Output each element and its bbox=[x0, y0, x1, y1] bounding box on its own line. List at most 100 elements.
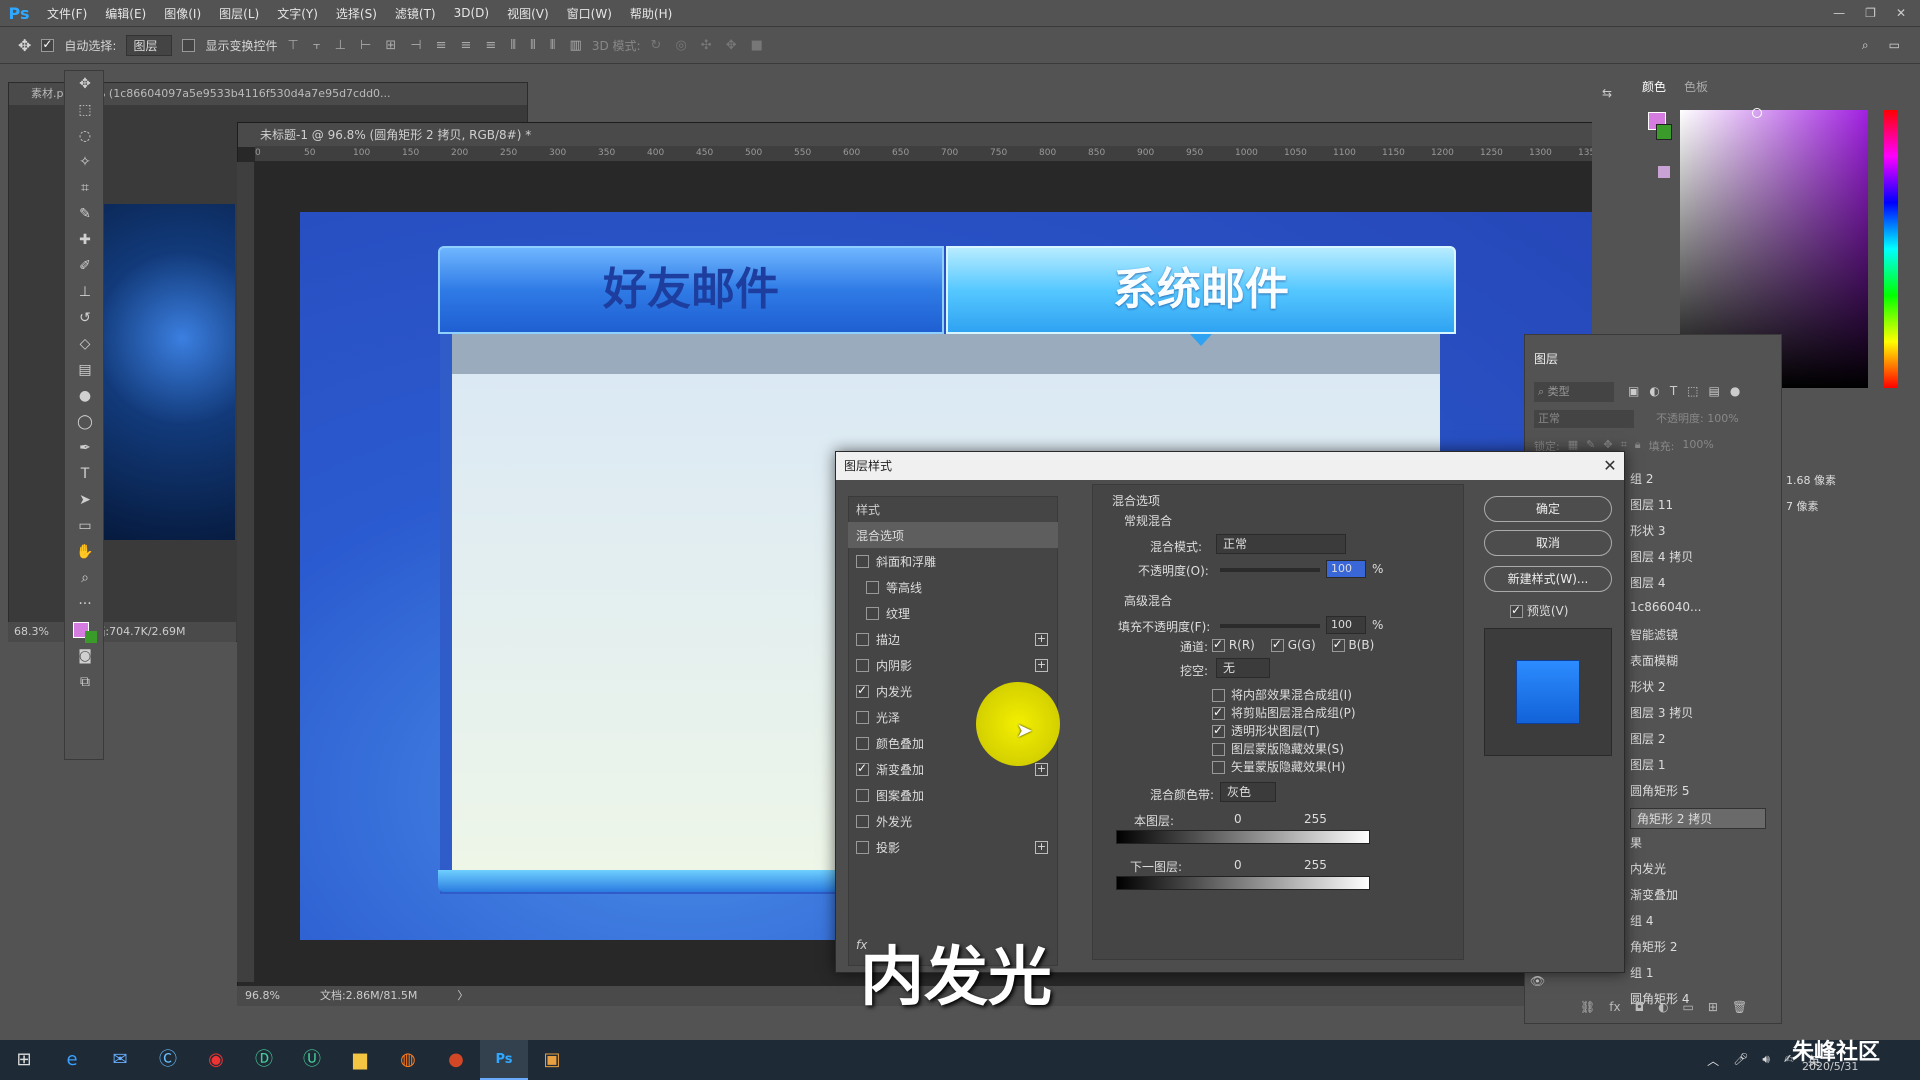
history-brush-tool-icon[interactable]: ↺ bbox=[65, 305, 105, 331]
channel-b[interactable]: B(B) bbox=[1331, 637, 1374, 652]
type-tool-icon[interactable]: T bbox=[65, 461, 105, 487]
menu-window[interactable]: 窗口(W) bbox=[558, 5, 621, 22]
style-item[interactable]: 描边 + bbox=[848, 626, 1058, 652]
style-checkbox[interactable] bbox=[856, 658, 869, 672]
style-item[interactable]: 斜面和浮雕 bbox=[848, 548, 1058, 574]
zoom-tool-icon[interactable]: ⌕ bbox=[65, 565, 105, 591]
styles-header[interactable]: 样式 bbox=[848, 496, 1058, 522]
opacity-input[interactable]: 100 bbox=[1326, 560, 1366, 578]
layers-blend-mode[interactable]: 正常 bbox=[1534, 410, 1634, 428]
marquee-tool-icon[interactable]: ⬚ bbox=[65, 97, 105, 123]
distribute-bottom-icon[interactable]: ≡ bbox=[485, 38, 496, 53]
lasso-tool-icon[interactable]: ◌ bbox=[65, 123, 105, 149]
app-c-icon[interactable]: Ⓒ bbox=[144, 1040, 192, 1080]
more-tools-icon[interactable]: ··· bbox=[65, 591, 105, 617]
layer-row[interactable]: 智能滤镜 bbox=[1630, 626, 1678, 643]
auto-select-checkbox[interactable] bbox=[41, 37, 55, 52]
add-style-icon[interactable]: fx bbox=[1609, 1000, 1620, 1014]
style-checkbox[interactable] bbox=[856, 814, 869, 828]
eraser-tool-icon[interactable]: ◇ bbox=[65, 331, 105, 357]
channel-r-checkbox[interactable] bbox=[1212, 637, 1225, 652]
layer-row[interactable]: 表面模糊 bbox=[1630, 652, 1678, 669]
blur-tool-icon[interactable]: ● bbox=[65, 383, 105, 409]
distribute-left-icon[interactable]: ⦀ bbox=[510, 38, 516, 53]
add-effect-icon[interactable]: + bbox=[1035, 840, 1048, 854]
align-right-icon[interactable]: ⊣ bbox=[410, 38, 421, 53]
advanced-option[interactable]: 将内部效果混合成组(I) bbox=[1212, 686, 1352, 703]
advanced-option[interactable]: 图层蒙版隐藏效果(S) bbox=[1212, 740, 1344, 757]
pen-tool-icon[interactable]: ✒ bbox=[65, 435, 105, 461]
advanced-option-checkbox[interactable] bbox=[1212, 723, 1225, 738]
layer-row[interactable]: 果 bbox=[1630, 834, 1642, 851]
layer-row[interactable]: 渐变叠加 bbox=[1630, 886, 1678, 903]
firefox-icon[interactable]: ◍ bbox=[384, 1040, 432, 1080]
app-u-icon[interactable]: Ⓤ bbox=[288, 1040, 336, 1080]
align-left-icon[interactable]: ⊢ bbox=[360, 38, 371, 53]
dialog-title[interactable]: 图层样式 bbox=[836, 452, 1624, 480]
quick-mask-icon[interactable]: ◙ bbox=[65, 643, 105, 669]
add-mask-icon[interactable]: ◘ bbox=[1635, 1000, 1645, 1014]
layer-row[interactable]: 形状 2 bbox=[1630, 678, 1665, 695]
add-effect-icon[interactable]: + bbox=[1035, 658, 1048, 672]
workspace-icon[interactable]: ▭ bbox=[1889, 38, 1900, 53]
screen-mode-icon[interactable]: ⧉ bbox=[65, 669, 105, 695]
layers-opacity-value[interactable]: 100% bbox=[1707, 412, 1738, 425]
style-item[interactable]: 内阴影 + bbox=[848, 652, 1058, 678]
underlying-layer-gradient[interactable] bbox=[1116, 876, 1370, 890]
channel-b-checkbox[interactable] bbox=[1331, 637, 1345, 652]
eyedropper-tool-icon[interactable]: ✎ bbox=[65, 201, 105, 227]
menu-3d[interactable]: 3D(D) bbox=[445, 6, 498, 20]
powerpoint-icon[interactable]: ● bbox=[432, 1040, 480, 1080]
distribute-right-icon[interactable]: ⦀ bbox=[550, 38, 556, 53]
3d-roll-icon[interactable]: ◎ bbox=[675, 38, 686, 53]
3d-camera-icon[interactable]: ■ bbox=[751, 38, 763, 53]
tab-color[interactable]: 颜色 bbox=[1642, 78, 1666, 95]
layer-row[interactable]: 组 4 bbox=[1630, 912, 1653, 929]
layer-row[interactable]: 角矩形 2 拷贝 bbox=[1630, 808, 1766, 829]
channel-g[interactable]: G(G) bbox=[1270, 637, 1316, 652]
3d-rotate-icon[interactable]: ↻ bbox=[651, 38, 662, 53]
tab-friend-mail[interactable]: 好友邮件 bbox=[438, 246, 944, 334]
channel-r[interactable]: R(R) bbox=[1212, 637, 1255, 652]
new-style-button[interactable]: 新建样式(W)... bbox=[1484, 566, 1612, 592]
style-checkbox[interactable] bbox=[856, 554, 869, 568]
dialog-close-icon[interactable]: ✕ bbox=[1598, 452, 1622, 480]
adjustment-layer-icon[interactable]: ◐ bbox=[1658, 1000, 1668, 1014]
restore-icon[interactable]: ❐ bbox=[1865, 6, 1876, 20]
advanced-option-checkbox[interactable] bbox=[1212, 761, 1225, 774]
app-green-icon[interactable]: Ⓓ bbox=[240, 1040, 288, 1080]
distribute-center-icon[interactable]: ⦀ bbox=[530, 38, 536, 53]
cancel-button[interactable]: 取消 bbox=[1484, 530, 1612, 556]
layer-row[interactable]: 1c866040... bbox=[1630, 600, 1701, 614]
knockout-dropdown[interactable]: 无 bbox=[1216, 658, 1270, 678]
distribute-middle-icon[interactable]: ≡ bbox=[461, 38, 472, 53]
menu-filter[interactable]: 滤镜(T) bbox=[386, 5, 445, 22]
path-selection-tool-icon[interactable]: ➤ bbox=[65, 487, 105, 513]
layers-fill-value[interactable]: 100% bbox=[1682, 438, 1713, 454]
horizontal-ruler[interactable]: 0 50 100 150 200 250 300 350 400 450 500 550 600 650 7… bbox=[255, 146, 1642, 162]
main-document-title[interactable]: 未标题-1 @ 96.8% (圆角矩形 2 拷贝, RGB/8#) * bbox=[238, 123, 1641, 147]
layers-panel-title[interactable]: 图层 bbox=[1534, 350, 1558, 367]
advanced-option[interactable]: 透明形状图层(T) bbox=[1212, 722, 1320, 739]
layer-row[interactable]: 图层 4 bbox=[1630, 574, 1665, 591]
align-center-icon[interactable]: ⊞ bbox=[385, 38, 396, 53]
healing-brush-tool-icon[interactable]: ✚ bbox=[65, 227, 105, 253]
style-checkbox[interactable] bbox=[856, 710, 869, 724]
add-effect-icon[interactable]: + bbox=[1035, 632, 1048, 646]
advanced-option[interactable]: 矢量蒙版隐藏效果(H) bbox=[1212, 758, 1345, 775]
this-layer-gradient[interactable] bbox=[1116, 830, 1370, 844]
layers-search[interactable]: ⌕ 类型 bbox=[1534, 382, 1614, 402]
menu-layer[interactable]: 图层(L) bbox=[210, 5, 268, 22]
filter-shape-icon[interactable]: ⬚ bbox=[1687, 384, 1698, 398]
search-icon[interactable]: ⌕ bbox=[1862, 38, 1869, 53]
magic-wand-tool-icon[interactable]: ✧ bbox=[65, 149, 105, 175]
blend-if-dropdown[interactable]: 灰色 bbox=[1220, 782, 1276, 802]
color-picker-marker[interactable] bbox=[1752, 108, 1762, 118]
menu-select[interactable]: 选择(S) bbox=[327, 5, 386, 22]
move-tool-icon[interactable]: ✥ bbox=[18, 36, 31, 55]
rectangle-tool-icon[interactable]: ▭ bbox=[65, 513, 105, 539]
style-checkbox[interactable] bbox=[856, 788, 869, 802]
advanced-option-checkbox[interactable] bbox=[1212, 705, 1225, 720]
new-layer-icon[interactable]: ⊞ bbox=[1708, 1000, 1718, 1014]
channel-g-checkbox[interactable] bbox=[1270, 637, 1284, 652]
